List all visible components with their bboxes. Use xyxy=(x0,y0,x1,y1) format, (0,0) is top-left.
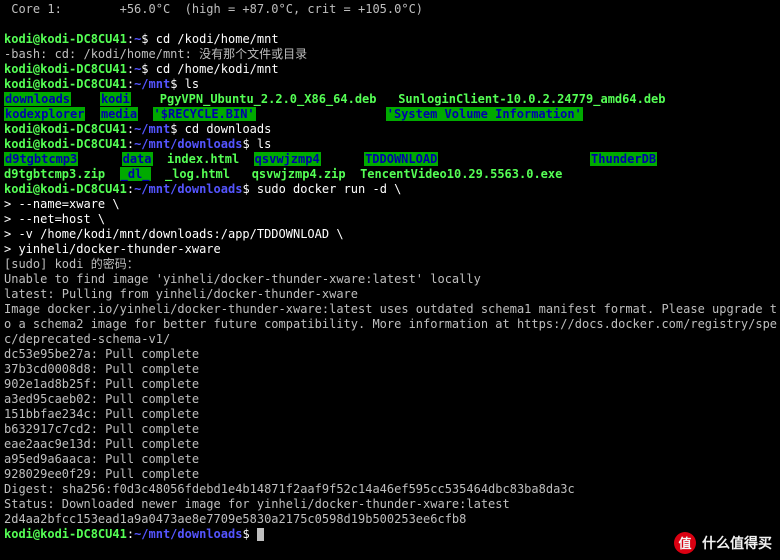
prompt-line[interactable]: kodi@kodi-DC8CU41:~/mnt/downloads$ sudo … xyxy=(4,182,776,197)
prompt-line[interactable]: kodi@kodi-DC8CU41:~/mnt$ cd downloads xyxy=(4,122,776,137)
pull-line: eae2aac9e13d: Pull complete xyxy=(4,437,776,452)
sensor-line: Core 1: +56.0°C (high = +87.0°C, crit = … xyxy=(4,2,776,17)
pull-line: dc53e95be27a: Pull complete xyxy=(4,347,776,362)
ls-row: downloads kodi PgyVPN_Ubuntu_2.2.0_X86_6… xyxy=(4,92,776,107)
docker-output: latest: Pulling from yinheli/docker-thun… xyxy=(4,287,776,302)
prompt-line[interactable]: kodi@kodi-DC8CU41:~$ cd /home/kodi/mnt xyxy=(4,62,776,77)
cont-line[interactable]: > yinheli/docker-thunder-xware xyxy=(4,242,776,257)
pull-line: b632917c7cd2: Pull complete xyxy=(4,422,776,437)
ls-row: d9tgbtcmp3 data index.html qsvwjzmp4 TDD… xyxy=(4,152,776,167)
pull-line: 37b3cd0008d8: Pull complete xyxy=(4,362,776,377)
container-id: 2d4aa2bfcc153ead1a9a0473ae8e7709e5830a21… xyxy=(4,512,776,527)
pull-line: 151bbfae234c: Pull complete xyxy=(4,407,776,422)
pull-line: 928029ee0f29: Pull complete xyxy=(4,467,776,482)
pull-line: a3ed95caeb02: Pull complete xyxy=(4,392,776,407)
docker-output: Unable to find image 'yinheli/docker-thu… xyxy=(4,272,776,287)
cont-line[interactable]: > --net=host \ xyxy=(4,212,776,227)
prompt-line[interactable]: kodi@kodi-DC8CU41:~/mnt$ ls xyxy=(4,77,776,92)
cont-line[interactable]: > -v /home/kodi/mnt/downloads:/app/TDDOW… xyxy=(4,227,776,242)
prompt-line[interactable]: kodi@kodi-DC8CU41:~/mnt/downloads$ xyxy=(4,527,776,542)
ls-row: d9tgbtcmp3.zip _dl_ _log.html qsvwjzmp4.… xyxy=(4,167,776,182)
ls-row: kodexplorer media '$RECYCLE.BIN' 'System… xyxy=(4,107,776,122)
pull-line: a95ed9a6aaca: Pull complete xyxy=(4,452,776,467)
status-line: Status: Downloaded newer image for yinhe… xyxy=(4,497,776,512)
prompt-line[interactable]: kodi@kodi-DC8CU41:~/mnt/downloads$ ls xyxy=(4,137,776,152)
docker-output: c/deprecated-schema-v1/ xyxy=(4,332,776,347)
docker-output: o a schema2 image for better future comp… xyxy=(4,317,776,332)
cursor-icon xyxy=(257,528,264,541)
watermark-text: 什么值得买 xyxy=(702,536,772,551)
sudo-prompt[interactable]: [sudo] kodi 的密码： xyxy=(4,257,776,272)
bash-error: -bash: cd: /kodi/home/mnt: 没有那个文件或目录 xyxy=(4,47,776,62)
docker-output: Image docker.io/yinheli/docker-thunder-x… xyxy=(4,302,776,317)
smzdm-logo-icon: 值 xyxy=(674,532,696,554)
prompt-line[interactable]: kodi@kodi-DC8CU41:~$ cd /kodi/home/mnt xyxy=(4,32,776,47)
pull-line: 902e1ad8b25f: Pull complete xyxy=(4,377,776,392)
digest-line: Digest: sha256:f0d3c48056fdebd1e4b14871f… xyxy=(4,482,776,497)
cont-line[interactable]: > --name=xware \ xyxy=(4,197,776,212)
watermark: 值 什么值得买 xyxy=(674,532,772,554)
